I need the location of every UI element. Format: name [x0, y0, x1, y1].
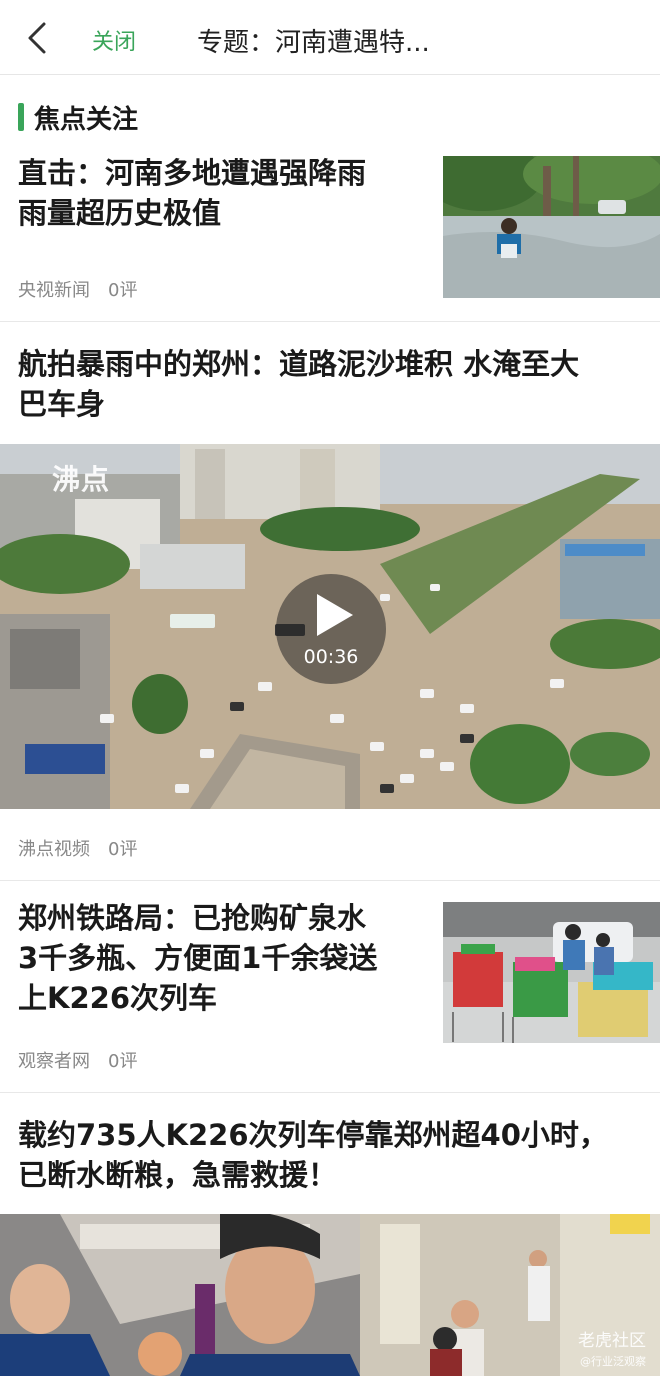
corner-watermark: 老虎社区 @行业泛观察 [578, 1326, 646, 1369]
video-thumbnail[interactable] [0, 1214, 660, 1376]
watermark-brand: 老虎社区 [578, 1331, 646, 1351]
title-line: 载约735人K226次列车停靠郑州超40小时， [18, 1118, 608, 1152]
watermark-handle: @行业泛观察 [580, 1355, 646, 1368]
title-line: 已断水断粮，急需救援！ [18, 1158, 338, 1192]
news-item-4[interactable]: 载约735人K226次列车停靠郑州超40小时， 已断水断粮，急需救援！ [0, 0, 660, 1376]
article-title: 载约735人K226次列车停靠郑州超40小时， 已断水断粮，急需救援！ [18, 1115, 658, 1195]
